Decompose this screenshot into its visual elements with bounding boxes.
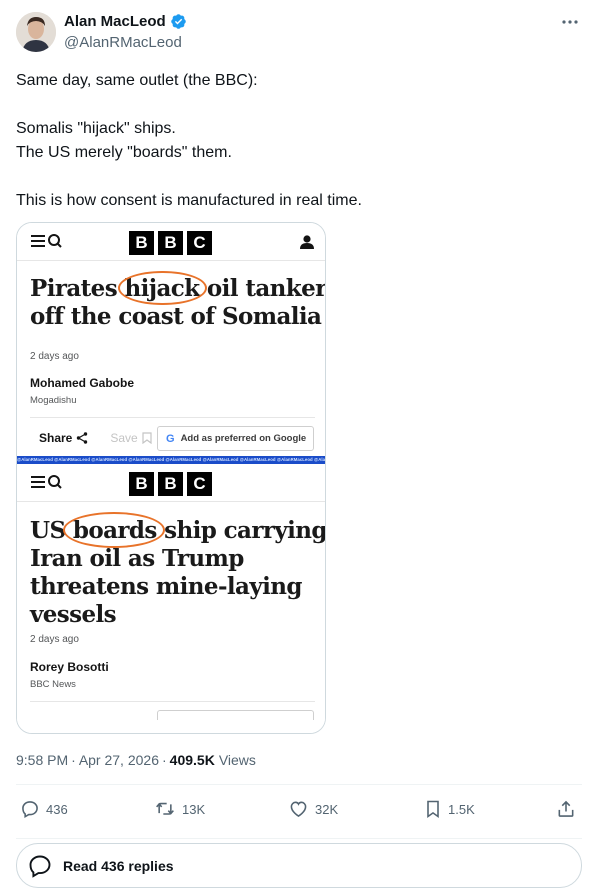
bbc-logo: BBC [129,231,212,255]
bbc-logo: BBC [129,472,212,496]
article-byline: Rorey Bosotti [30,660,109,674]
tweet-line: Somalis "hijack" ships. [16,120,176,137]
tweet-line: The US merely "boards" them. [16,144,232,161]
tweet-text: Same day, same outlet (the BBC): Somalis… [16,69,576,213]
share-row: Share Save [39,431,152,445]
action-bar: 436 13K 32K 1.5K [16,799,582,823]
bbc-article-screenshot-1: BBC Pirates hijack oil tanker off the co… [17,223,325,456]
author-name[interactable]: Alan MacLeod [64,13,166,30]
repost-button[interactable]: 13K [154,799,205,819]
save-label: Save [110,431,138,445]
read-replies-button[interactable]: Read 436 replies [16,843,582,888]
share-icon [77,432,88,444]
avatar-image [16,12,56,52]
add-preferred-google-button-partial [157,710,314,720]
headline-1: Pirates hijack oil tanker off the coast … [30,271,325,331]
verified-badge-icon[interactable] [170,13,187,30]
more-options-icon[interactable] [560,12,580,32]
article-byline: Mohamed Gabobe [30,376,135,390]
divider [30,701,315,702]
article-date: 2 days ago [30,634,79,645]
headline-2: US boards ship carrying Iran oil as Trum… [30,512,325,629]
tweet-media-image[interactable]: BBC Pirates hijack oil tanker off the co… [16,222,326,734]
google-icon: G [166,432,175,445]
reply-button[interactable]: 436 [20,799,68,819]
add-preferred-google-button: G Add as preferred on Google [157,426,314,451]
tweet-line: Same day, same outlet (the BBC): [16,72,258,89]
bbc-article-screenshot-2: BBC US boards ship carrying Iran oil as … [17,464,325,733]
read-replies-label: Read 436 replies [63,857,174,874]
menu-search-icon [31,234,62,248]
bbc-topbar: BBC [17,464,325,502]
views-label: Views [218,752,256,768]
bookmark-icon [142,432,152,444]
divider [16,784,582,785]
account-icon [300,235,314,249]
share-button[interactable] [556,799,576,819]
bookmark-count: 1.5K [448,801,475,817]
share-icon [558,800,574,817]
bookmark-button[interactable]: 1.5K [424,799,475,819]
article-date: 2 days ago [30,351,79,362]
avatar[interactable] [16,12,56,52]
tweet-date[interactable]: Apr 27, 2026 [79,752,159,768]
share-label: Share [39,431,73,445]
menu-search-icon [31,475,62,489]
tweet-line: This is how consent is manufactured in r… [16,192,362,209]
highlighted-word: boards [72,517,157,544]
replies-icon [29,855,51,878]
highlighted-word: hijack [124,275,200,302]
tweet-meta: 9:58 PM · Apr 27, 2026 · 409.5K Views [16,752,256,768]
repost-icon [156,802,174,815]
watermark-strip: @AlanRMacLeod @AlanRMacLeod @AlanRMacLeo… [17,456,326,464]
heart-icon [290,801,307,818]
bbc-topbar: BBC [17,223,325,261]
reply-icon [22,801,38,819]
article-location: BBC News [30,679,76,690]
like-count: 32K [315,801,339,817]
tweet-time[interactable]: 9:58 PM [16,752,68,768]
bookmark-icon [427,800,439,819]
divider [16,838,582,839]
like-button[interactable]: 32K [288,799,338,819]
article-location: Mogadishu [30,395,77,406]
author-handle[interactable]: @AlanRMacLeod [64,34,182,51]
divider [30,417,315,418]
repost-count: 13K [182,801,206,817]
reply-count: 436 [46,801,68,817]
views-count: 409.5K [169,752,215,768]
